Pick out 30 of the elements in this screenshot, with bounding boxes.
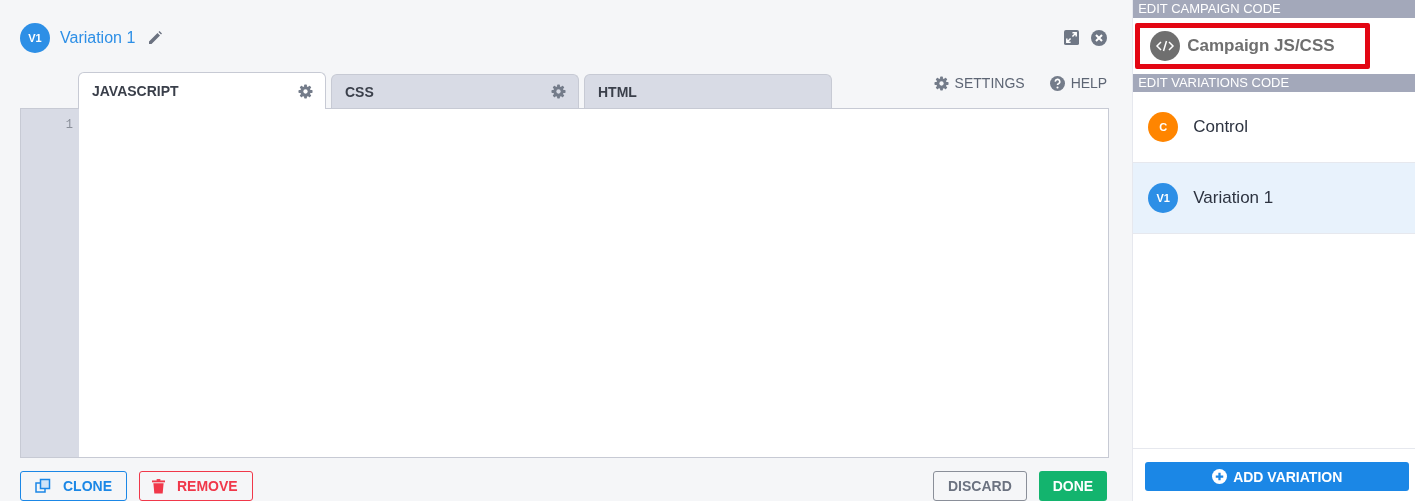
section-heading: EDIT VARIATIONS CODE (1133, 74, 1415, 92)
remove-button[interactable]: REMOVE (139, 471, 253, 501)
clone-button[interactable]: CLONE (20, 471, 127, 501)
variation-badge: V1 (20, 22, 50, 53)
line-number: 1 (64, 118, 74, 133)
pencil-icon[interactable] (147, 29, 164, 46)
variation-title[interactable]: Variation 1 (60, 28, 136, 47)
editor-tab[interactable]: HTML (584, 74, 832, 109)
add-variation-button[interactable]: ADD VARIATION (1145, 462, 1410, 491)
plus-icon (1212, 469, 1228, 484)
variation-badge: V1 (1148, 183, 1179, 213)
done-button[interactable]: DONE (1038, 471, 1108, 501)
editor-tab[interactable]: JAVASCRIPT (78, 72, 326, 110)
variation-badge: C (1148, 112, 1179, 142)
gear-icon (933, 75, 949, 91)
close-icon[interactable] (1091, 29, 1108, 46)
trash-icon (152, 478, 165, 494)
gear-icon[interactable] (298, 83, 313, 99)
section-heading: EDIT CAMPAIGN CODE (1133, 0, 1415, 18)
gear-icon[interactable] (551, 84, 566, 100)
variation-item[interactable]: V1 Variation 1 (1133, 163, 1415, 234)
code-icon (1150, 31, 1181, 61)
campaign-code-item[interactable]: Campaign JS/CSS (1135, 23, 1370, 69)
editor-tab[interactable]: CSS (331, 74, 579, 109)
help-icon (1049, 75, 1065, 91)
discard-button[interactable]: DISCARD (932, 471, 1027, 501)
help-link[interactable]: HELP (1049, 75, 1108, 92)
settings-link[interactable]: SETTINGS (933, 75, 1025, 92)
expand-icon[interactable] (1064, 30, 1080, 46)
copy-icon (35, 478, 51, 494)
